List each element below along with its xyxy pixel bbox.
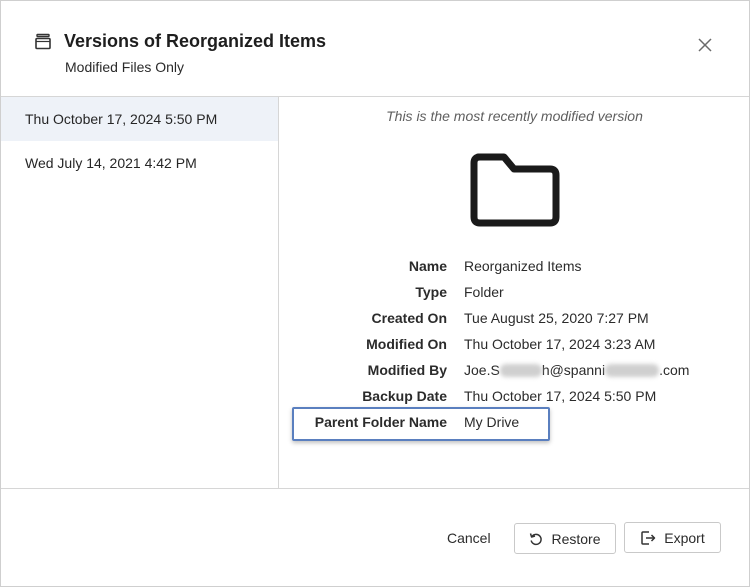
version-item[interactable]: Thu October 17, 2024 5:50 PM	[1, 97, 278, 141]
redacted-text	[605, 364, 660, 377]
property-row-modified-by: Modified By Joe.S h@spanni .com	[280, 359, 749, 385]
property-row-type: Type Folder	[280, 281, 749, 307]
cancel-button[interactable]: Cancel	[439, 525, 499, 551]
export-label: Export	[664, 529, 705, 546]
property-row-created-on: Created On Tue August 25, 2020 7:27 PM	[280, 307, 749, 333]
close-icon	[698, 38, 712, 52]
property-row-modified-on: Modified On Thu October 17, 2024 3:23 AM	[280, 333, 749, 359]
folder-icon	[470, 153, 560, 227]
dialog-footer: Cancel Restore Export	[1, 488, 749, 586]
restore-icon	[530, 532, 543, 545]
dialog-subtitle: Modified Files Only	[65, 59, 185, 75]
property-value: Folder	[464, 284, 504, 300]
property-value: My Drive	[464, 414, 520, 430]
email-part: .com	[659, 362, 690, 378]
property-label: Modified On	[366, 336, 447, 352]
dialog-header: Versions of Reorganized Items Modified F…	[1, 1, 749, 97]
property-list: Name Reorganized Items Type Folder Creat…	[280, 255, 749, 437]
property-row-parent-folder: Parent Folder Name My Drive	[280, 411, 749, 437]
property-label: Type	[415, 284, 447, 300]
property-row-backup-date: Backup Date Thu October 17, 2024 5:50 PM	[280, 385, 749, 411]
restore-button[interactable]: Restore	[514, 523, 616, 554]
property-value: Thu October 17, 2024 5:50 PM	[464, 388, 657, 404]
export-icon	[641, 530, 656, 545]
version-item[interactable]: Wed July 14, 2021 4:42 PM	[1, 141, 278, 185]
property-label: Parent Folder Name	[314, 414, 447, 430]
version-list: Thu October 17, 2024 5:50 PM Wed July 14…	[1, 97, 279, 488]
recent-version-note: This is the most recently modified versi…	[386, 108, 643, 124]
property-value: Thu October 17, 2024 3:23 AM	[464, 336, 656, 352]
property-value: Tue August 25, 2020 7:27 PM	[464, 310, 649, 326]
property-label: Created On	[371, 310, 447, 326]
restore-label: Restore	[551, 530, 601, 547]
property-value: Reorganized Items	[464, 258, 582, 274]
email-part: h@spanni	[541, 362, 606, 378]
property-label: Backup Date	[362, 388, 447, 404]
close-button[interactable]	[693, 33, 717, 57]
email-part: Joe.S	[464, 362, 500, 378]
archive-box-icon	[35, 33, 51, 50]
property-label: Name	[408, 258, 447, 274]
redacted-text	[499, 364, 542, 377]
modified-by-email: Joe.S h@spanni .com	[464, 362, 689, 378]
versions-dialog: Versions of Reorganized Items Modified F…	[0, 0, 750, 587]
version-details: This is the most recently modified versi…	[280, 97, 749, 488]
property-label: Modified By	[367, 362, 447, 378]
dialog-title: Versions of Reorganized Items	[64, 31, 327, 51]
export-button[interactable]: Export	[624, 522, 721, 553]
property-row-name: Name Reorganized Items	[280, 255, 749, 281]
